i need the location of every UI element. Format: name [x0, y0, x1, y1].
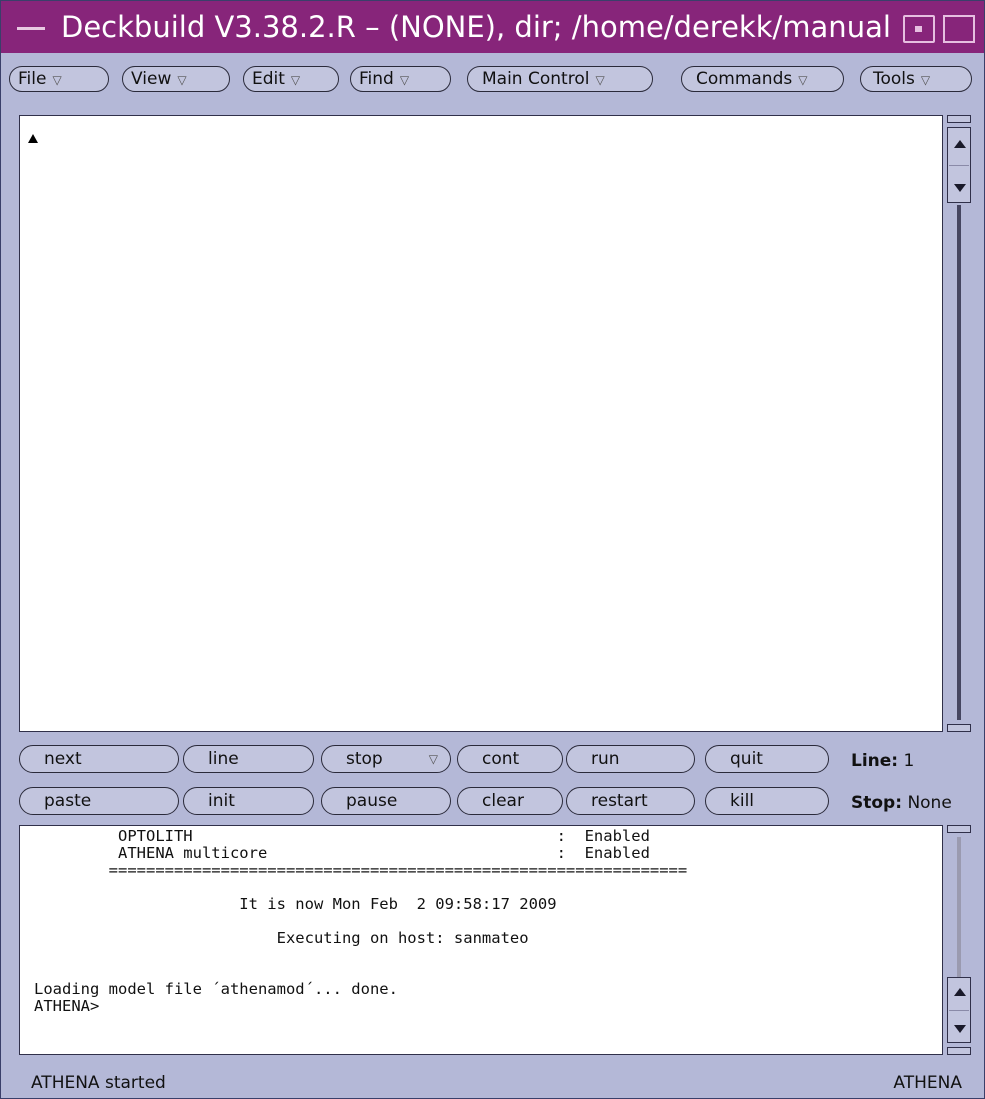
- window-menu-icon[interactable]: [11, 13, 51, 43]
- scrollbar-arrows[interactable]: [947, 127, 971, 203]
- scrollbar-bottom-cap[interactable]: [947, 724, 971, 732]
- kill-button[interactable]: kill: [705, 787, 829, 815]
- editor-scrollbar[interactable]: [947, 115, 971, 732]
- scrollbar-top-cap[interactable]: [947, 115, 971, 123]
- menu-file[interactable]: File ▽: [9, 66, 109, 92]
- scroll-up-icon[interactable]: [954, 140, 966, 148]
- dropdown-caret-icon: ▽: [52, 73, 62, 87]
- stop-indicator: Stop: None: [851, 793, 952, 813]
- dropdown-caret-icon: ▽: [290, 73, 301, 87]
- cont-button[interactable]: cont: [457, 745, 563, 773]
- deckbuild-window: Deckbuild V3.38.2.R – (NONE), dir; /home…: [0, 0, 985, 1099]
- pause-button[interactable]: pause: [321, 787, 451, 815]
- minimize-icon[interactable]: [903, 15, 935, 43]
- scrollbar-bottom-cap[interactable]: [947, 1047, 971, 1055]
- paste-button[interactable]: paste: [19, 787, 179, 815]
- menu-main-control[interactable]: Main Control ▽: [467, 66, 653, 92]
- scroll-down-icon[interactable]: [954, 184, 966, 192]
- restart-button[interactable]: restart: [566, 787, 695, 815]
- menu-edit[interactable]: Edit ▽: [243, 66, 339, 92]
- clear-button[interactable]: clear: [457, 787, 563, 815]
- dropdown-caret-icon: ▽: [428, 752, 438, 766]
- console-scrollbar[interactable]: [947, 825, 971, 1055]
- menu-commands[interactable]: Commands ▽: [681, 66, 844, 92]
- dropdown-caret-icon: ▽: [595, 73, 605, 87]
- console-text: OPTOLITH : Enabled ATHENA multicore : En…: [34, 827, 688, 1015]
- menu-find[interactable]: Find ▽: [350, 66, 451, 92]
- scroll-up-icon[interactable]: [954, 988, 966, 996]
- dropdown-caret-icon: ▽: [399, 73, 410, 87]
- run-button[interactable]: run: [566, 745, 695, 773]
- scrollbar-arrows[interactable]: [947, 977, 971, 1043]
- status-simulator: ATHENA: [893, 1073, 962, 1093]
- menu-tools[interactable]: Tools ▽: [860, 66, 972, 92]
- maximize-icon[interactable]: [943, 15, 975, 43]
- quit-button[interactable]: quit: [705, 745, 829, 773]
- insertion-caret-icon: [28, 134, 38, 143]
- window-title: Deckbuild V3.38.2.R – (NONE), dir; /home…: [61, 7, 891, 47]
- status-message: ATHENA started: [31, 1073, 166, 1093]
- scroll-down-icon[interactable]: [954, 1025, 966, 1033]
- line-indicator: Line: 1: [851, 751, 915, 771]
- stop-button[interactable]: stop ▽: [321, 745, 451, 773]
- next-button[interactable]: next: [19, 745, 179, 773]
- menu-view[interactable]: View ▽: [122, 66, 230, 92]
- scrollbar-track[interactable]: [957, 837, 961, 977]
- scrollbar-top-cap[interactable]: [947, 825, 971, 833]
- dropdown-caret-icon: ▽: [798, 73, 808, 87]
- menu-bar: File ▽ View ▽ Edit ▽ Find ▽ Main Control ▽ Co…: [1, 53, 984, 103]
- status-bar: ATHENA started ATHENA: [1, 1069, 984, 1098]
- dropdown-caret-icon: ▽: [177, 73, 187, 87]
- deck-editor[interactable]: [19, 115, 943, 732]
- dropdown-caret-icon: ▽: [920, 73, 931, 87]
- scrollbar-track[interactable]: [957, 205, 961, 720]
- init-button[interactable]: init: [183, 787, 314, 815]
- title-bar[interactable]: Deckbuild V3.38.2.R – (NONE), dir; /home…: [1, 1, 984, 53]
- output-console[interactable]: OPTOLITH : Enabled ATHENA multicore : En…: [19, 825, 943, 1055]
- line-button[interactable]: line: [183, 745, 314, 773]
